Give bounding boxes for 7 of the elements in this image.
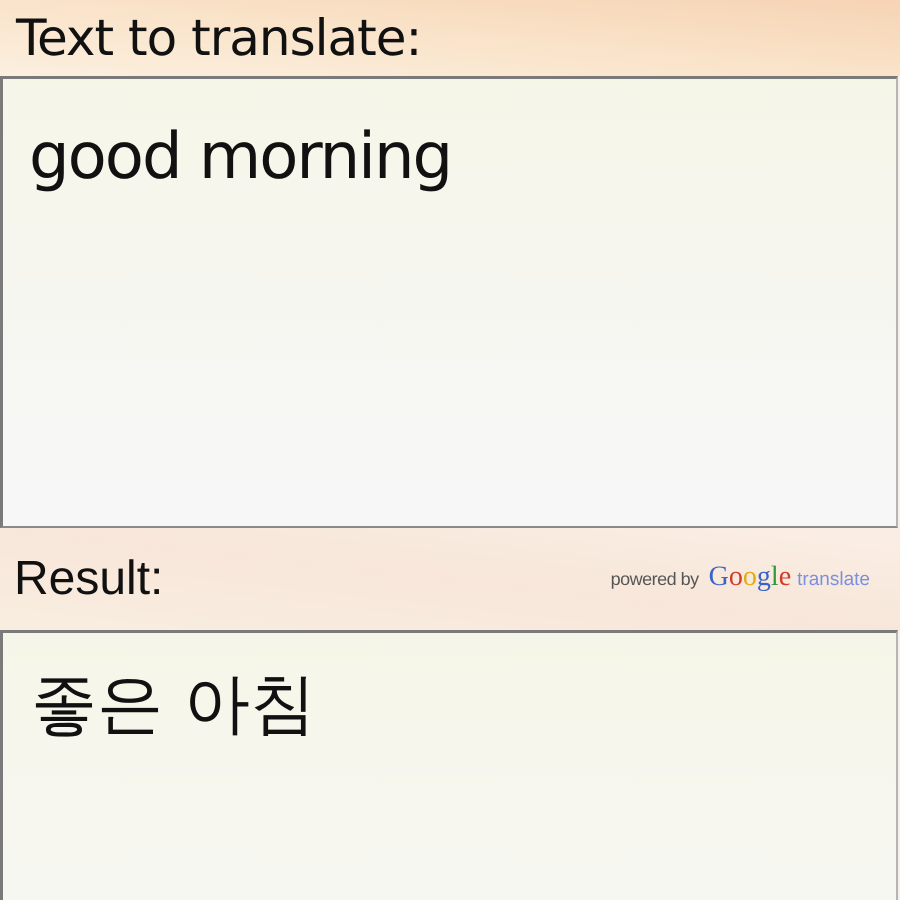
- section-label: Result:: [14, 555, 164, 603]
- product-name: translate: [797, 568, 870, 592]
- section-label: Text to translate:: [16, 13, 422, 63]
- text-input[interactable]: good morning: [0, 76, 898, 528]
- result-output: 좋은 아침: [0, 630, 898, 900]
- attribution-text: powered by: [610, 568, 699, 592]
- brand-logo: Google: [708, 563, 792, 592]
